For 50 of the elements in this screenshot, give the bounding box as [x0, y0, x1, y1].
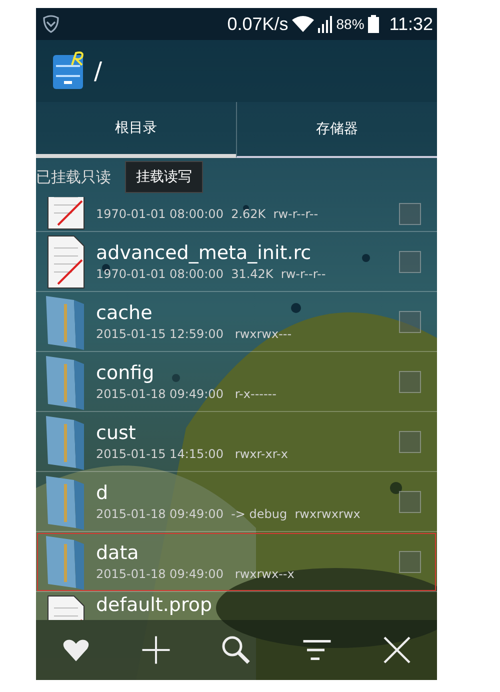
checkbox[interactable]: [399, 430, 421, 452]
search-icon[interactable]: [221, 635, 252, 665]
checkbox[interactable]: [399, 490, 421, 512]
file-details: 2015-01-18 09:49:00 r-x------: [96, 387, 278, 401]
folder-icon: [44, 414, 86, 470]
file-name: advanced_meta_init.rc: [96, 242, 312, 264]
checkbox[interactable]: [399, 250, 421, 272]
file-name: d: [96, 482, 110, 504]
file-row[interactable]: cache 2015-01-15 12:59:00 rwxrwx---: [36, 292, 437, 352]
file-details: 1970-01-01 08:00:00 31.42K rw-r--r--: [96, 267, 327, 281]
tab[interactable]: 存储器: [236, 102, 437, 158]
checkbox[interactable]: [399, 310, 421, 332]
signal-icon: [318, 15, 332, 33]
file-details: 2015-01-15 12:59:00 rwxrwx---: [96, 327, 293, 341]
file-row[interactable]: cust 2015-01-15 14:15:00 rwxr-xr-x: [36, 412, 437, 472]
folder-icon: [44, 534, 86, 590]
mount-status: 已挂载只读: [36, 168, 111, 186]
folder-icon: [44, 354, 86, 410]
file-details: 2015-01-18 09:49:00 -> debug rwxrwxrwx: [96, 507, 362, 521]
shield-icon: [42, 15, 60, 33]
clock: 11:32: [389, 14, 433, 34]
file-name: default.prop: [96, 594, 214, 616]
folder-icon: [44, 474, 86, 530]
folder-icon: [44, 294, 86, 350]
wifi-icon: [292, 15, 314, 33]
file-row[interactable]: default.prop: [36, 592, 437, 620]
file-row[interactable]: d 2015-01-18 09:49:00 -> debug rwxrwxrwx: [36, 472, 437, 532]
checkbox[interactable]: [399, 550, 421, 572]
file-name: config: [96, 362, 156, 384]
checkbox[interactable]: [399, 202, 421, 224]
battery-percent: 88%: [336, 16, 364, 32]
file-details: 1970-01-01 08:00:00 2.62K rw-r--r--: [96, 206, 320, 220]
tab[interactable]: 根目录: [36, 102, 236, 158]
file-details: 2015-01-18 09:49:00 rwxrwx--x: [96, 567, 296, 581]
file-name: cache: [96, 302, 154, 324]
file-row[interactable]: data 2015-01-18 09:49:00 rwxrwx--x: [36, 532, 437, 592]
current-path: /: [94, 57, 102, 85]
file-row[interactable]: config 2015-01-18 09:49:00 r-x------: [36, 352, 437, 412]
add-icon[interactable]: [141, 635, 172, 665]
file-name: data: [96, 542, 140, 564]
network-speed: 0.07K/s: [227, 14, 288, 34]
file-name: cust: [96, 422, 137, 444]
file-row[interactable]: advanced_meta_init.rc 1970-01-01 08:00:00 31.42K rw-r--r--: [36, 232, 437, 292]
file-details: 2015-01-15 14:15:00 rwxr-xr-x: [96, 447, 289, 461]
checkbox[interactable]: [399, 370, 421, 392]
file-row[interactable]: 1970-01-01 08:00:00 2.62K rw-r--r--: [36, 196, 437, 232]
app-icon: [52, 51, 86, 91]
mount-button[interactable]: 挂载读写: [125, 161, 203, 193]
close-icon[interactable]: [382, 635, 412, 665]
battery-icon: [368, 15, 380, 33]
